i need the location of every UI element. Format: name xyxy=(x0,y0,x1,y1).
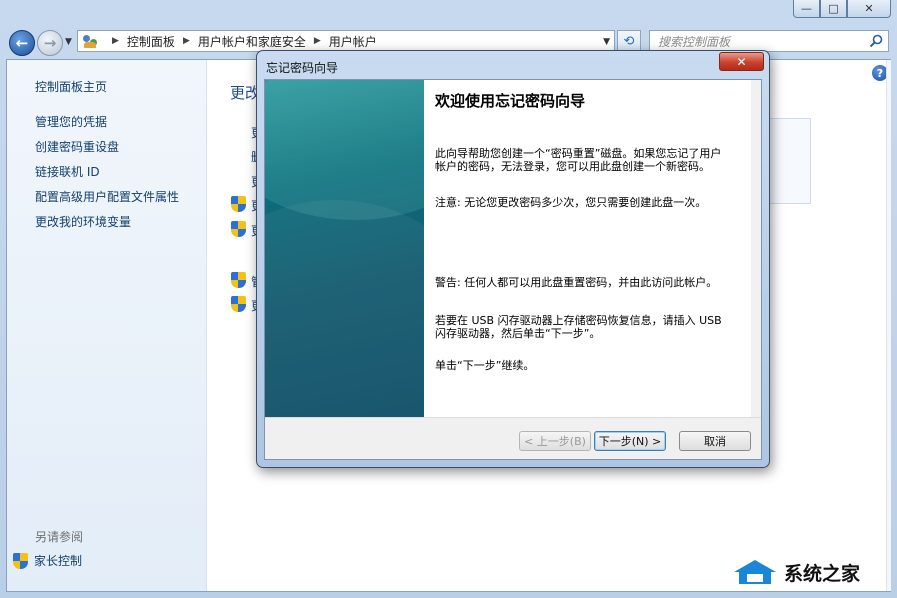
uac-shield-icon xyxy=(231,221,246,237)
forward-button[interactable]: → xyxy=(37,30,63,56)
window-caption-buttons: — □ ✕ xyxy=(793,0,891,18)
sidebar-item-create-password-reset-disk[interactable]: 创建密码重设盘 xyxy=(35,138,119,155)
uac-shield-icon xyxy=(231,296,246,312)
watermark-text: 系统之家 xyxy=(784,562,861,585)
wizard-warning-text: 警告: 任何人都可以用此盘重置密码，并由此访问此帐户。 xyxy=(435,276,718,289)
watermark: 系统之家 xyxy=(730,556,890,588)
sidebar-item-advanced-profile-properties[interactable]: 配置高级用户配置文件属性 xyxy=(35,188,179,205)
account-panel xyxy=(769,118,811,204)
sidebar-item-parental-controls[interactable]: 家长控制 xyxy=(13,552,82,569)
breadcrumb-chevron-icon[interactable]: ▶ xyxy=(314,36,321,46)
sidebar: 控制面板主页 管理您的凭据 创建密码重设盘 链接联机 ID 配置高级用户配置文件… xyxy=(7,60,207,591)
parental-controls-label: 家长控制 xyxy=(34,554,83,568)
sidebar-item-control-panel-home[interactable]: 控制面板主页 xyxy=(35,78,107,95)
back-step-button[interactable]: < 上一步(B) xyxy=(519,431,591,451)
close-button[interactable]: ✕ xyxy=(847,0,891,18)
cancel-button[interactable]: 取消 xyxy=(679,431,751,451)
search-icon[interactable] xyxy=(869,34,883,48)
wizard-body: 欢迎使用忘记密码向导 此向导帮助您创建一个“密码重置”磁盘。如果您忘记了用户帐户… xyxy=(435,80,747,417)
uac-shield-icon xyxy=(231,272,246,288)
watermark-house-logo xyxy=(730,558,780,586)
dialog-title: 忘记密码向导 xyxy=(266,61,339,75)
wizard-banner-image xyxy=(265,80,424,417)
breadcrumb-user-accounts[interactable]: 用户帐户 xyxy=(329,33,377,50)
wizard-intro-text: 此向导帮助您创建一个“密码重置”磁盘。如果您忘记了用户帐户的密码，无法登录，您可… xyxy=(435,147,722,173)
breadcrumb-chevron-icon[interactable]: ▶ xyxy=(183,36,190,46)
dialog-close-button[interactable]: ✕ xyxy=(719,52,764,71)
forward-arrow-icon: → xyxy=(43,34,57,52)
see-also-heading: 另请参阅 xyxy=(35,530,84,544)
address-bar[interactable]: ▶ 控制面板 ▶ 用户帐户和家庭安全 ▶ 用户帐户 ▼ xyxy=(77,30,615,52)
breadcrumb-control-panel[interactable]: 控制面板 xyxy=(127,33,175,50)
refresh-icon: ⟲ xyxy=(623,33,635,49)
breadcrumb-chevron-icon[interactable]: ▶ xyxy=(112,36,119,46)
scrollbar-edge xyxy=(886,60,891,591)
close-icon: ✕ xyxy=(736,54,747,69)
uac-shield-icon xyxy=(231,196,246,212)
breadcrumb-user-accounts-family-safety[interactable]: 用户帐户和家庭安全 xyxy=(198,33,306,50)
minimize-button[interactable]: — xyxy=(793,0,820,18)
next-step-button[interactable]: 下一步(N) > xyxy=(594,431,666,451)
wizard-note-text: 注意: 无论您更改密码多少次，您只需要创建此盘一次。 xyxy=(435,196,707,209)
wizard-usb-text: 若要在 USB 闪存驱动器上存储密码恢复信息，请插入 USB 闪存驱动器，然后单… xyxy=(435,314,722,340)
sidebar-item-link-online-id[interactable]: 链接联机 ID xyxy=(35,163,100,180)
maximize-button[interactable]: □ xyxy=(820,0,847,18)
wizard-heading: 欢迎使用忘记密码向导 xyxy=(435,92,586,110)
wizard-scrollbar xyxy=(751,80,761,417)
search-placeholder: 搜索控制面板 xyxy=(658,34,731,49)
user-accounts-icon xyxy=(82,33,98,49)
dialog-client-area: 欢迎使用忘记密码向导 此向导帮助您创建一个“密码重置”磁盘。如果您忘记了用户帐户… xyxy=(264,79,762,460)
uac-shield-icon xyxy=(13,552,28,569)
search-input[interactable]: 搜索控制面板 xyxy=(649,30,889,52)
sidebar-item-manage-credentials[interactable]: 管理您的凭据 xyxy=(35,113,107,130)
recent-pages-dropdown-icon[interactable]: ▼ xyxy=(65,37,72,47)
forgotten-password-wizard-dialog: 忘记密码向导 ✕ 欢迎使用忘记密码向导 此向导帮助您创建一个“密码重置”磁盘。如… xyxy=(256,50,770,468)
refresh-button[interactable]: ⟲ xyxy=(617,30,641,52)
sidebar-item-environment-variables[interactable]: 更改我的环境变量 xyxy=(35,213,131,230)
back-button[interactable]: ← xyxy=(9,30,35,56)
wizard-button-bar: < 上一步(B) 下一步(N) > 取消 xyxy=(265,417,761,459)
wizard-continue-text: 单击“下一步”继续。 xyxy=(435,359,535,372)
back-arrow-icon: ← xyxy=(15,34,29,52)
address-dropdown-icon[interactable]: ▼ xyxy=(603,37,610,47)
